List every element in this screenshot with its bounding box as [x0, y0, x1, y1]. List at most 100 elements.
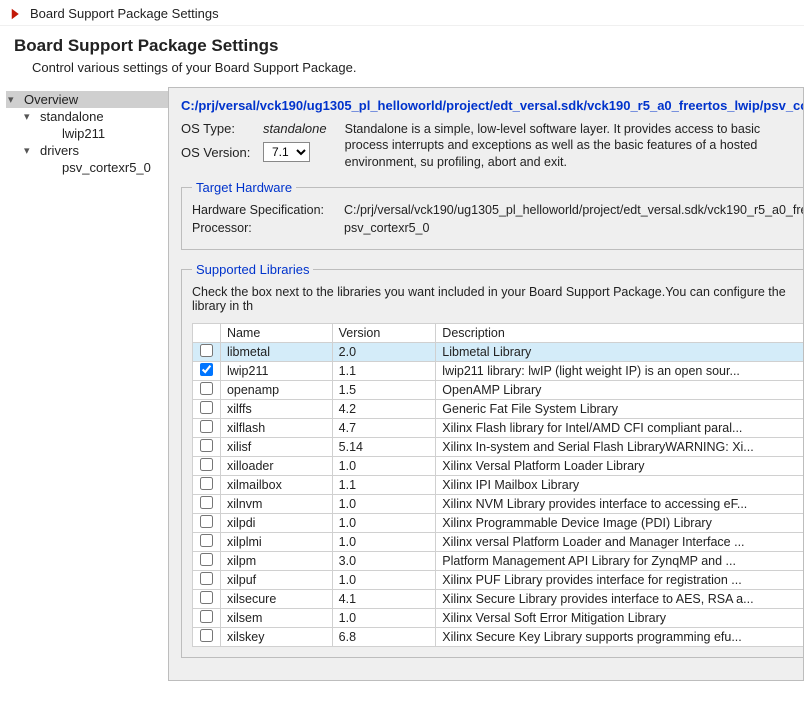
lib-name: xilflash [220, 418, 332, 437]
lib-name: xilffs [220, 399, 332, 418]
supported-libraries-group: Supported Libraries Check the box next t… [181, 262, 804, 658]
lib-name: xilloader [220, 456, 332, 475]
lib-checkbox-cell [193, 589, 221, 608]
lib-version: 1.1 [332, 475, 436, 494]
lib-checkbox-cell [193, 361, 221, 380]
tree-label: standalone [40, 109, 104, 124]
lib-description: lwip211 library: lwIP (light weight IP) … [436, 361, 804, 380]
table-row[interactable]: xilpm3.0Platform Management API Library … [193, 551, 804, 570]
lib-name: lwip211 [220, 361, 332, 380]
hw-spec-value: C:/prj/versal/vck190/ug1305_pl_helloworl… [344, 203, 804, 217]
tree-item-drivers[interactable]: ▾ drivers [6, 142, 168, 159]
tree-label: psv_cortexr5_0 [62, 160, 151, 175]
lib-checkbox-cell [193, 475, 221, 494]
tree-item-overview[interactable]: ▾ Overview [6, 91, 168, 108]
lib-description: Generic Fat File System Library [436, 399, 804, 418]
table-row[interactable]: xilisf5.14Xilinx In-system and Serial Fl… [193, 437, 804, 456]
table-row[interactable]: xilpuf1.0Xilinx PUF Library provides int… [193, 570, 804, 589]
table-row[interactable]: xilloader1.0Xilinx Versal Platform Loade… [193, 456, 804, 475]
lib-checkbox-cell [193, 456, 221, 475]
lib-checkbox-cell [193, 437, 221, 456]
page-title: Board Support Package Settings [14, 36, 790, 56]
supported-libraries-desc: Check the box next to the libraries you … [192, 285, 804, 313]
lib-checkbox[interactable] [200, 572, 213, 585]
lib-version: 1.0 [332, 532, 436, 551]
lib-name: xilsem [220, 608, 332, 627]
lib-description: Xilinx versal Platform Loader and Manage… [436, 532, 804, 551]
os-fields: OS Type: standalone OS Version: 7.1 [181, 121, 327, 162]
content-area: ▾ Overview ▾ standalone lwip211 ▾ driver… [0, 87, 804, 681]
tree-item-lwip211[interactable]: lwip211 [6, 125, 168, 142]
table-row[interactable]: openamp1.5OpenAMP Library [193, 380, 804, 399]
tree-label: Overview [24, 92, 78, 107]
os-section: OS Type: standalone OS Version: 7.1 Stan… [181, 121, 803, 170]
os-version-select[interactable]: 7.1 [263, 142, 310, 162]
lib-version: 1.0 [332, 608, 436, 627]
table-row[interactable]: xilnvm1.0Xilinx NVM Library provides int… [193, 494, 804, 513]
table-row[interactable]: libmetal2.0Libmetal Library [193, 342, 804, 361]
lib-description: Xilinx Versal Platform Loader Library [436, 456, 804, 475]
lib-checkbox[interactable] [200, 496, 213, 509]
table-row[interactable]: xilmailbox1.1Xilinx IPI Mailbox Library [193, 475, 804, 494]
os-type-value: standalone [263, 121, 327, 136]
col-name[interactable]: Name [220, 323, 332, 342]
lib-checkbox-cell [193, 418, 221, 437]
lib-checkbox[interactable] [200, 344, 213, 357]
lib-description: Platform Management API Library for Zynq… [436, 551, 804, 570]
table-row[interactable]: xilsem1.0Xilinx Versal Soft Error Mitiga… [193, 608, 804, 627]
project-path: C:/prj/versal/vck190/ug1305_pl_helloworl… [181, 98, 803, 113]
col-checkbox [193, 323, 221, 342]
lib-version: 6.8 [332, 627, 436, 646]
tree-item-standalone[interactable]: ▾ standalone [6, 108, 168, 125]
table-row[interactable]: xilffs4.2Generic Fat File System Library [193, 399, 804, 418]
lib-version: 5.14 [332, 437, 436, 456]
lib-checkbox[interactable] [200, 401, 213, 414]
hw-proc-label: Processor: [192, 221, 344, 235]
lib-checkbox[interactable] [200, 629, 213, 642]
lib-description: Xilinx Programmable Device Image (PDI) L… [436, 513, 804, 532]
lib-checkbox[interactable] [200, 382, 213, 395]
table-row[interactable]: xilsecure4.1Xilinx Secure Library provid… [193, 589, 804, 608]
lib-description: Xilinx In-system and Serial Flash Librar… [436, 437, 804, 456]
tree-item-psv-cortexr5-0[interactable]: psv_cortexr5_0 [6, 159, 168, 176]
table-row[interactable]: xilskey6.8Xilinx Secure Key Library supp… [193, 627, 804, 646]
lib-checkbox[interactable] [200, 458, 213, 471]
lib-checkbox-cell [193, 627, 221, 646]
lib-name: libmetal [220, 342, 332, 361]
twisty-icon: ▾ [24, 110, 36, 123]
lib-checkbox[interactable] [200, 553, 213, 566]
lib-version: 1.1 [332, 361, 436, 380]
lib-checkbox-cell [193, 342, 221, 361]
lib-checkbox[interactable] [200, 439, 213, 452]
lib-checkbox[interactable] [200, 420, 213, 433]
col-version[interactable]: Version [332, 323, 436, 342]
lib-name: openamp [220, 380, 332, 399]
lib-version: 3.0 [332, 551, 436, 570]
lib-checkbox[interactable] [200, 534, 213, 547]
lib-version: 1.0 [332, 513, 436, 532]
twisty-icon: ▾ [24, 144, 36, 157]
lib-checkbox-cell [193, 570, 221, 589]
tree-label: drivers [40, 143, 79, 158]
lib-checkbox[interactable] [200, 515, 213, 528]
hw-spec-label: Hardware Specification: [192, 203, 344, 217]
col-description[interactable]: Description [436, 323, 804, 342]
lib-version: 1.0 [332, 570, 436, 589]
hw-proc-value: psv_cortexr5_0 [344, 221, 804, 235]
window-title: Board Support Package Settings [30, 6, 219, 21]
lib-checkbox[interactable] [200, 363, 213, 376]
lib-checkbox[interactable] [200, 477, 213, 490]
lib-checkbox[interactable] [200, 610, 213, 623]
lib-description: Xilinx Secure Key Library supports progr… [436, 627, 804, 646]
lib-name: xilsecure [220, 589, 332, 608]
lib-checkbox[interactable] [200, 591, 213, 604]
lib-description: Libmetal Library [436, 342, 804, 361]
lib-version: 1.5 [332, 380, 436, 399]
lib-description: Xilinx Secure Library provides interface… [436, 589, 804, 608]
lib-checkbox-cell [193, 513, 221, 532]
table-row[interactable]: xilflash4.7Xilinx Flash library for Inte… [193, 418, 804, 437]
lib-description: Xilinx Flash library for Intel/AMD CFI c… [436, 418, 804, 437]
table-row[interactable]: xilpdi1.0Xilinx Programmable Device Imag… [193, 513, 804, 532]
table-row[interactable]: xilplmi1.0Xilinx versal Platform Loader … [193, 532, 804, 551]
table-row[interactable]: lwip2111.1lwip211 library: lwIP (light w… [193, 361, 804, 380]
